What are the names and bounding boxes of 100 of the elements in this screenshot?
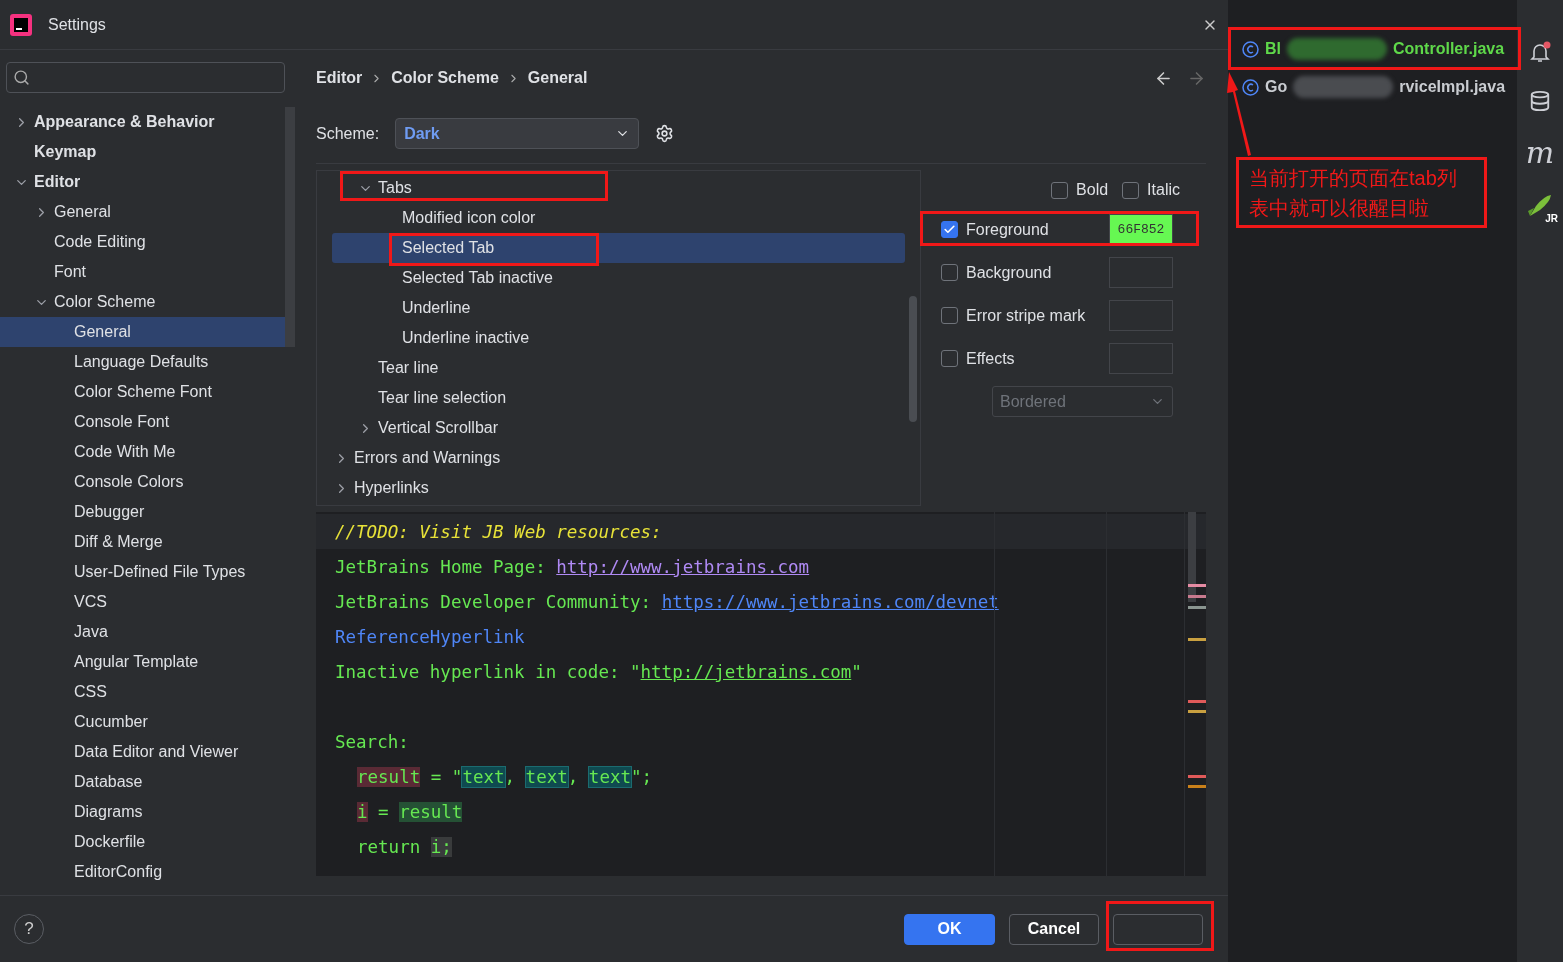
tree-item[interactable]: Selected Tab xyxy=(332,233,905,263)
code-token: ReferenceHyperlink xyxy=(335,626,525,647)
checkbox-label: Italic xyxy=(1147,181,1180,199)
code-token: " xyxy=(851,661,862,682)
window-title: Settings xyxy=(48,15,107,34)
code-token: i; xyxy=(430,836,452,857)
tree-item[interactable]: Underline xyxy=(332,293,905,323)
sidebar-item[interactable]: Keymap xyxy=(0,137,285,167)
sidebar-item[interactable]: VCS xyxy=(0,587,285,617)
code-token: text xyxy=(525,766,568,787)
breadcrumb-item[interactable]: Color Scheme xyxy=(391,69,499,87)
checkbox-label: Foreground xyxy=(966,220,1049,239)
code-token: = xyxy=(377,801,390,822)
sidebar-item[interactable]: Code Editing xyxy=(0,227,285,257)
scheme-label: Scheme: xyxy=(316,124,380,143)
sidebar-item[interactable]: Diff & Merge xyxy=(0,527,285,557)
color-swatch[interactable] xyxy=(1109,300,1173,331)
sidebar-item[interactable]: Cucumber xyxy=(0,707,285,737)
jrebel-label: JR xyxy=(1545,213,1558,224)
breadcrumb-item[interactable]: Editor xyxy=(316,69,363,87)
sidebar-item[interactable]: Angular Template xyxy=(0,647,285,677)
color-swatch[interactable]: 66F852 xyxy=(1109,214,1173,245)
checkbox[interactable] xyxy=(941,264,958,281)
tree-item[interactable]: Tear line xyxy=(332,353,905,383)
tree-item[interactable]: Hyperlinks xyxy=(332,473,905,503)
scrollbar[interactable] xyxy=(285,107,295,347)
tree-item[interactable]: Underline inactive xyxy=(332,323,905,353)
sidebar-item[interactable]: Debugger xyxy=(0,497,285,527)
tree-item[interactable]: Tabs xyxy=(332,173,905,203)
sidebar-item[interactable]: Console Colors xyxy=(0,467,285,497)
sidebar-item[interactable]: User-Defined File Types xyxy=(0,557,285,587)
breadcrumb-item[interactable]: General xyxy=(527,69,588,87)
code-token: result xyxy=(399,801,463,822)
file-tab[interactable]: Go rviceImpl.java xyxy=(1242,72,1517,102)
sidebar-item[interactable]: CSS xyxy=(0,677,285,707)
code-token: Search: xyxy=(335,731,409,752)
code-token: text xyxy=(462,766,505,787)
class-icon xyxy=(1242,78,1259,96)
annotation-text: 当前打开的页面在tab列表中就可以很醒目啦 xyxy=(1236,157,1487,228)
sidebar-item[interactable]: Data Editor and Viewer xyxy=(0,737,285,767)
code-token: JetBrains Home Page: xyxy=(335,556,547,577)
tree-item[interactable]: Selected Tab inactive xyxy=(332,263,905,293)
sidebar-item[interactable]: Editor xyxy=(0,167,285,197)
checkbox[interactable] xyxy=(1122,181,1140,199)
code-token: = " xyxy=(429,766,463,787)
sidebar-item[interactable]: Color Scheme Font xyxy=(0,377,285,407)
database-icon[interactable] xyxy=(1529,90,1551,112)
code-token: return xyxy=(357,836,422,857)
tree-item[interactable]: Modified icon color xyxy=(332,203,905,233)
checkbox[interactable] xyxy=(941,307,958,324)
ok-button[interactable]: OK xyxy=(904,913,995,945)
code-token: Inactive hyperlink in code: " xyxy=(335,661,641,682)
code-token: https://www.jetbrains.com/devnet xyxy=(661,591,999,612)
cancel-button[interactable]: Cancel xyxy=(1009,913,1099,945)
code-token: , xyxy=(567,766,580,787)
code-token: http://www.jetbrains.com xyxy=(556,556,810,577)
class-icon xyxy=(1242,40,1259,58)
scheme-dropdown[interactable]: Dark xyxy=(395,118,640,149)
sidebar-item[interactable]: Appearance & Behavior xyxy=(0,107,285,137)
apply-button[interactable] xyxy=(1113,913,1203,945)
code-token: //TODO: Visit JB Web resources: xyxy=(335,521,662,542)
color-swatch[interactable] xyxy=(1109,343,1173,374)
code-token: JetBrains Developer Community: xyxy=(335,591,653,612)
tree-item[interactable]: Tear line selection xyxy=(332,383,905,413)
code-token: result xyxy=(357,766,421,787)
checkbox-label: Bold xyxy=(1076,181,1109,199)
checkbox[interactable] xyxy=(941,350,958,367)
sidebar-item[interactable]: General xyxy=(0,197,285,227)
search-icon xyxy=(13,69,30,86)
color-swatch[interactable] xyxy=(1109,257,1173,288)
sidebar-item[interactable]: EditorConfig xyxy=(0,857,285,887)
code-token: i xyxy=(357,801,368,822)
checkbox-label: Error stripe mark xyxy=(966,306,1086,325)
file-tab[interactable]: Bl Controller.java xyxy=(1242,34,1517,64)
sidebar-item[interactable]: Diagrams xyxy=(0,797,285,827)
code-token: text xyxy=(588,766,631,787)
code-token: "; xyxy=(631,766,653,787)
checkbox[interactable] xyxy=(941,221,958,238)
check-icon xyxy=(943,223,956,236)
sidebar-item[interactable]: Color Scheme xyxy=(0,287,285,317)
search-field[interactable] xyxy=(6,62,285,93)
maven-letter[interactable]: m xyxy=(1525,138,1555,168)
sidebar-item[interactable]: Java xyxy=(0,617,285,647)
settings-icon[interactable] xyxy=(655,124,675,143)
sidebar-item[interactable]: General xyxy=(0,317,285,347)
app-logo-icon xyxy=(10,13,32,36)
sidebar-item[interactable]: Console Font xyxy=(0,407,285,437)
sidebar-item[interactable]: Font xyxy=(0,257,285,287)
sidebar-item[interactable]: Database xyxy=(0,767,285,797)
sidebar-item[interactable]: Dockerfile xyxy=(0,827,285,857)
checkbox-label: Effects xyxy=(966,349,1015,368)
scrollbar[interactable] xyxy=(909,296,917,422)
tree-item[interactable]: Errors and Warnings xyxy=(332,443,905,473)
checkbox-label: Background xyxy=(966,263,1052,282)
sidebar-item[interactable]: Language Defaults xyxy=(0,347,285,377)
sidebar-item[interactable]: Code With Me xyxy=(0,437,285,467)
tree-item[interactable]: Vertical Scrollbar xyxy=(332,413,905,443)
notification-bell-icon[interactable] xyxy=(1528,40,1552,64)
code-token: http://jetbrains.com xyxy=(640,661,852,682)
checkbox[interactable] xyxy=(1051,181,1069,199)
